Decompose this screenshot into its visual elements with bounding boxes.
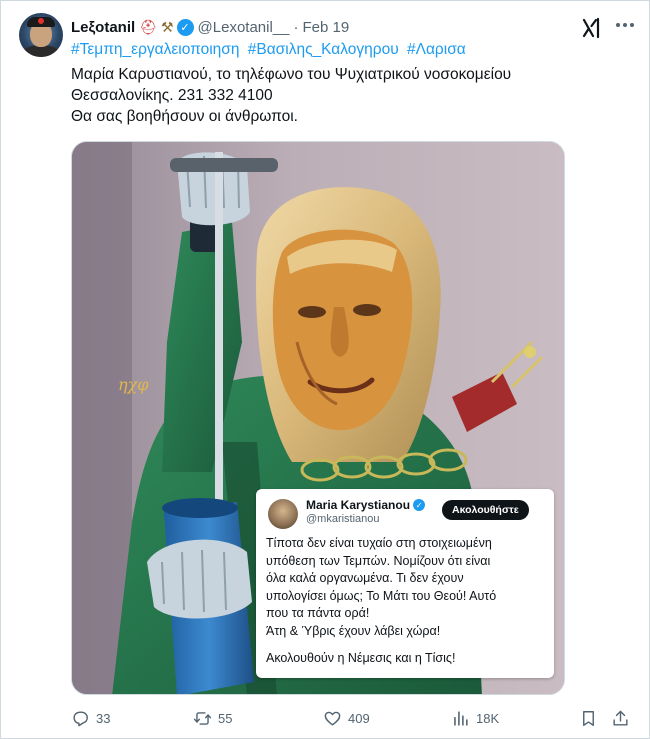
like-button[interactable]: 409 [323,709,370,728]
verified-badge-icon[interactable]: ✓ [176,18,194,36]
avatar[interactable] [19,13,63,57]
hammer-pick-emoji-icon: ⚒ [160,18,174,35]
like-count: 409 [348,711,370,726]
tweet-date[interactable]: Feb 19 [303,19,350,36]
hashtag-link[interactable]: #Τεμπη_εργαλειοποιηση [71,41,239,58]
quoted-tweet-text: Τίποτα δεν είναι τυχαίο στη στοιχειωμένη… [266,535,550,668]
tweet-header: Leξotanil ⛑ ⚒ ✓ @Lexotanil__ · Feb 19 [71,17,349,37]
bookmark-button[interactable] [579,709,598,728]
quoted-text-closing-line: Ακολουθούν η Νέμεσις και η Τίσις! [266,651,456,665]
embedded-tweet-screenshot: Maria Karystianou ✓ @mkaristianou Ακολου… [256,489,554,678]
tweet-text: Μαρία Καρυστιανού, το τηλέφωνο του Ψυχια… [71,64,631,127]
more-options-icon[interactable] [613,13,637,37]
hashtags: #Τεμπη_εργαλειοποιηση #Βασιλης_Καλογηρου… [71,41,470,59]
hashtag-link[interactable]: #Βασιλης_Καλογηρου [248,41,399,58]
views-icon [454,711,468,726]
repost-icon [193,712,212,725]
share-icon [613,710,628,726]
separator-dot: · [293,18,299,36]
reply-button[interactable]: 33 [71,709,110,728]
quoted-author-name: Maria Karystianou [306,498,411,512]
author-display-name[interactable]: Leξotanil [71,19,135,36]
reply-icon [73,711,88,727]
hashtag-link[interactable]: #Λαρισα [407,41,466,58]
quoted-text-line: υπόθεση των Τεμπών. Νομίζουν ότι είναι [266,553,491,568]
heart-icon [324,711,341,726]
quoted-text-line: που τα πάντα ορά! [266,606,370,620]
views-button[interactable]: 18K [451,709,499,728]
bookmark-icon [583,711,594,726]
grok-icon[interactable] [581,17,603,39]
quoted-text-line: όλα καλά οργανωμένα. Τι δεν έχουν [266,571,464,585]
quoted-text-line: Άτη & Ύβρις έχουν λάβει χώρα! [266,623,441,638]
reply-count: 33 [96,711,111,726]
views-count: 18K [476,711,500,726]
quoted-author-handle: @mkaristianou [306,513,380,525]
follow-button: Ακολουθήστε [442,500,529,520]
share-button[interactable] [611,709,630,728]
quoted-text-line: υπολογίσει όμως; Το Μάτι του Θεού! Αυτό [266,588,497,603]
tweet-media-image[interactable]: ηχφ Maria Karystianou ✓ @mkaristianou Ακ… [71,141,565,695]
tweet-card: Leξotanil ⛑ ⚒ ✓ @Lexotanil__ · Feb 19 #Τ… [0,0,650,739]
artist-signature: ηχφ [118,375,149,394]
action-bar: 33 55 409 18K [71,709,641,731]
quoted-author-name-row: Maria Karystianou ✓ [306,498,426,512]
tweet-text-line: Θεσσαλονίκης. 231 332 4100 [71,87,273,104]
verified-badge-icon: ✓ [413,499,426,511]
author-handle[interactable]: @Lexotanil__ [198,19,290,36]
quoted-text-line: Τίποτα δεν είναι τυχαίο στη στοιχειωμένη [266,536,492,550]
repost-button[interactable]: 55 [193,709,232,728]
helmet-emoji-icon: ⛑ [139,18,157,35]
tweet-text-line: Θα σας βοηθήσουν οι άνθρωποι. [71,108,298,125]
repost-count: 55 [218,711,233,726]
tweet-text-line: Μαρία Καρυστιανού, το τηλέφωνο του Ψυχια… [71,66,512,83]
quoted-author-avatar [268,499,298,529]
